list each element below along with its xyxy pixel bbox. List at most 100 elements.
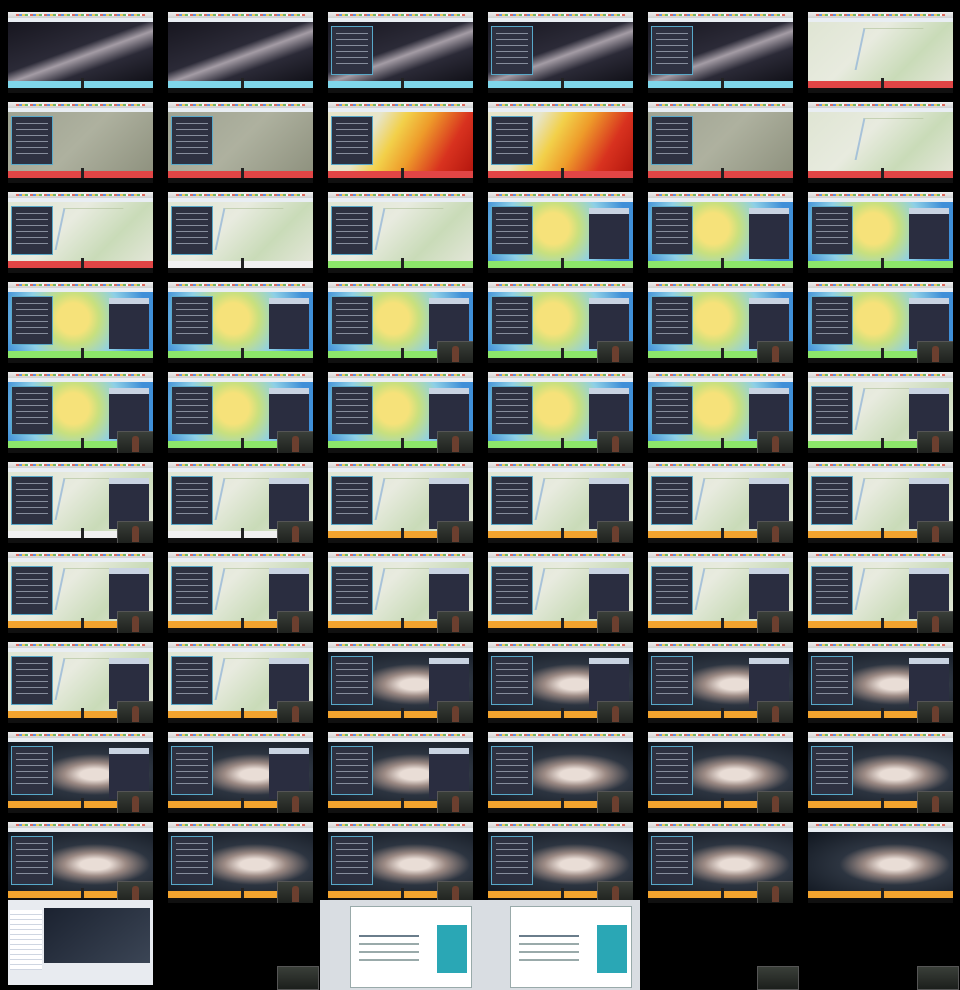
video-frame-thumbnail[interactable]: [808, 822, 953, 903]
webcam-overlay: [437, 521, 473, 543]
layer-list-panel: [491, 656, 533, 705]
layer-list-panel: [171, 836, 213, 885]
video-frame-thumbnail[interactable]: [168, 372, 313, 453]
video-frame-thumbnail[interactable]: [808, 642, 953, 723]
video-frame-thumbnail[interactable]: [488, 732, 633, 813]
video-frame-thumbnail[interactable]: [488, 102, 633, 183]
layer-list-panel: [651, 296, 693, 345]
webcam-overlay: [917, 791, 953, 813]
video-frame-thumbnail[interactable]: [648, 372, 793, 453]
layer-list-panel: [11, 656, 53, 705]
video-frame-thumbnail[interactable]: [8, 552, 153, 633]
layer-list-panel: [651, 386, 693, 435]
webcam-overlay: [277, 431, 313, 453]
video-frame-thumbnail[interactable]: [168, 642, 313, 723]
timeline-slider: [808, 168, 953, 178]
video-frame-thumbnail[interactable]: [328, 732, 473, 813]
webcam-overlay: [277, 701, 313, 723]
video-frame-thumbnail[interactable]: [488, 282, 633, 363]
video-frame-thumbnail[interactable]: [808, 462, 953, 543]
video-frame-thumbnail[interactable]: [488, 642, 633, 723]
webcam-overlay: [917, 966, 959, 990]
video-frame-thumbnail[interactable]: [8, 822, 153, 903]
frame-status-strip: [808, 268, 953, 273]
video-frame-thumbnail[interactable]: [8, 732, 153, 813]
presentation-slides-thumbnail[interactable]: [320, 900, 640, 990]
layer-list-panel: [651, 116, 693, 165]
video-frame-thumbnail[interactable]: [648, 552, 793, 633]
video-frame-thumbnail[interactable]: [808, 552, 953, 633]
timeline-slider: [488, 168, 633, 178]
video-frame-thumbnail[interactable]: [488, 372, 633, 453]
video-frame-thumbnail[interactable]: [808, 282, 953, 363]
layer-list-panel: [811, 656, 853, 705]
video-frame-thumbnail[interactable]: [648, 192, 793, 273]
video-frame-thumbnail[interactable]: [488, 12, 633, 93]
webcam-overlay: [437, 341, 473, 363]
layer-list-panel: [171, 746, 213, 795]
layer-list-panel: [331, 566, 373, 615]
video-frame-thumbnail[interactable]: [808, 12, 953, 93]
webcam-overlay: [757, 431, 793, 453]
video-frame-thumbnail[interactable]: [8, 12, 153, 93]
video-frame-thumbnail[interactable]: [808, 102, 953, 183]
video-frame-thumbnail[interactable]: [168, 732, 313, 813]
webcam-overlay: [917, 521, 953, 543]
desktop-application-thumbnail[interactable]: [8, 900, 153, 985]
video-frame-thumbnail[interactable]: [328, 462, 473, 543]
video-frame-thumbnail[interactable]: [328, 552, 473, 633]
video-frame-thumbnail[interactable]: [808, 372, 953, 453]
video-frame-thumbnail[interactable]: [648, 12, 793, 93]
video-frame-thumbnail[interactable]: [488, 462, 633, 543]
video-frame-thumbnail[interactable]: [8, 372, 153, 453]
video-frame-thumbnail[interactable]: [8, 642, 153, 723]
video-frame-thumbnail[interactable]: [808, 192, 953, 273]
layer-list-panel: [11, 386, 53, 435]
video-frame-thumbnail[interactable]: [328, 12, 473, 93]
timeline-slider: [488, 78, 633, 88]
video-frame-thumbnail[interactable]: [648, 732, 793, 813]
video-frame-thumbnail[interactable]: [8, 102, 153, 183]
video-frame-thumbnail[interactable]: [328, 282, 473, 363]
video-frame-thumbnail[interactable]: [168, 192, 313, 273]
layer-list-panel: [651, 836, 693, 885]
video-frame-thumbnail[interactable]: [808, 732, 953, 813]
webcam-overlay: [277, 966, 319, 990]
video-frame-thumbnail[interactable]: [168, 462, 313, 543]
layer-list-panel: [491, 116, 533, 165]
video-frame-thumbnail[interactable]: [328, 822, 473, 903]
video-frame-thumbnail[interactable]: [8, 462, 153, 543]
video-frame-thumbnail[interactable]: [168, 282, 313, 363]
layer-list-panel: [331, 296, 373, 345]
webcam-overlay: [597, 341, 633, 363]
video-frame-thumbnail[interactable]: [648, 642, 793, 723]
video-frame-thumbnail[interactable]: [488, 552, 633, 633]
webcam-overlay: [917, 611, 953, 633]
webcam-overlay: [757, 791, 793, 813]
video-frame-thumbnail[interactable]: [328, 642, 473, 723]
timeline-slider: [488, 258, 633, 268]
video-frame-thumbnail[interactable]: [648, 282, 793, 363]
layer-list-panel: [651, 476, 693, 525]
video-frame-thumbnail[interactable]: [8, 282, 153, 363]
timeline-slider: [808, 78, 953, 88]
video-frame-thumbnail[interactable]: [648, 102, 793, 183]
frame-status-strip: [8, 358, 153, 363]
video-frame-thumbnail[interactable]: [328, 192, 473, 273]
timeline-slider: [648, 258, 793, 268]
video-frame-thumbnail[interactable]: [648, 822, 793, 903]
video-frame-thumbnail[interactable]: [168, 102, 313, 183]
video-frame-thumbnail[interactable]: [488, 192, 633, 273]
video-frame-thumbnail[interactable]: [8, 192, 153, 273]
video-frame-thumbnail[interactable]: [168, 552, 313, 633]
video-frame-thumbnail[interactable]: [168, 12, 313, 93]
video-frame-thumbnail[interactable]: [648, 462, 793, 543]
video-frame-thumbnail[interactable]: [488, 822, 633, 903]
video-frame-thumbnail[interactable]: [328, 372, 473, 453]
layer-list-panel: [811, 386, 853, 435]
map-window: [44, 908, 150, 963]
layer-list-panel: [331, 116, 373, 165]
webcam-overlay: [597, 431, 633, 453]
video-frame-thumbnail[interactable]: [328, 102, 473, 183]
video-frame-thumbnail[interactable]: [168, 822, 313, 903]
